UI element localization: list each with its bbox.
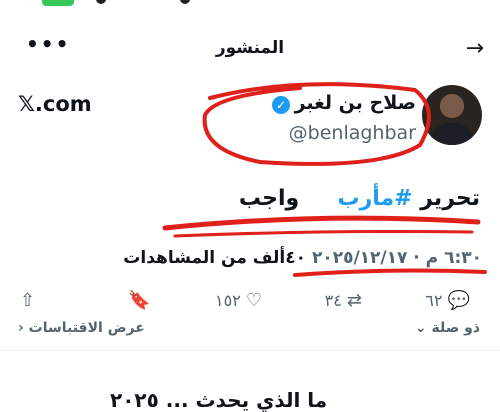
red-annotation-underline bbox=[162, 215, 481, 231]
red-annotation-underline bbox=[293, 268, 487, 277]
red-annotation-circle bbox=[202, 82, 431, 166]
red-annotation-underline bbox=[173, 230, 474, 238]
red-annotation-layer bbox=[162, 82, 487, 277]
